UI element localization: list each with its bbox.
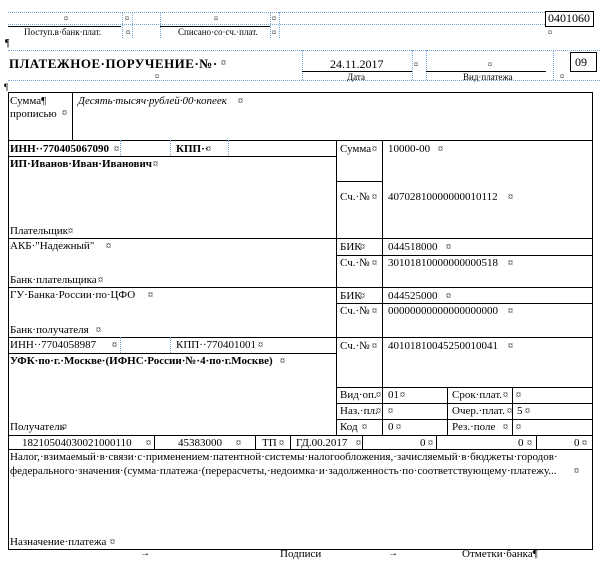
payee-label: Получатель <box>10 421 65 433</box>
payer-label: Плательщик <box>10 225 68 237</box>
purpose-text-2: федерального·значения·(сумма·платежа·(пе… <box>10 465 557 477</box>
payee-bank-name: ГУ·Банка·России·по·ЦФО <box>10 289 136 301</box>
payer-name: ИП·Иванов·Иван·Иванович <box>10 158 152 170</box>
ocher-value: 5 <box>517 405 523 417</box>
bank-received-label: Поступ.в·банк·плат. <box>24 27 102 37</box>
payer-bik-value: 044518000 <box>388 241 438 253</box>
payee-bik-label: БИК <box>340 290 362 302</box>
tax-oktmo: 45383000 <box>178 437 222 449</box>
payer-sum-label: Сумма <box>340 143 372 155</box>
amount-words-label-1: Сумма¶ <box>10 95 47 107</box>
payer-bank-account-value: 30101810000000000518 <box>388 257 498 269</box>
payee-account-value: 40101810045250010041 <box>388 340 498 352</box>
payer-status: 09 <box>575 55 587 69</box>
payee-kpp: КПП··770401001 <box>176 339 257 351</box>
page-title: ПЛАТЕЖНОЕ·ПОРУЧЕНИЕ·№· <box>9 56 218 71</box>
rez-label: Рез.·поле <box>452 421 496 433</box>
naz-label: Наз.·пл. <box>340 405 378 417</box>
payee-bank-account-value: 00000000000000000000 <box>388 305 498 317</box>
payee-bank-label: Банк·получателя <box>10 324 89 336</box>
date-label: Дата <box>347 72 365 82</box>
purpose-text-1: Налог,·взимаемый·в·связи·с·применением·п… <box>10 451 558 463</box>
tax-basis: ТП <box>262 437 277 449</box>
amount-words-label-2: прописью <box>10 108 57 120</box>
payee-name: УФК·по·г.·Москве·(ИФНС·России·№·4·по·г.М… <box>10 355 273 367</box>
kod-value: 0 <box>388 421 394 433</box>
payer-inn: ИНН··770405067090 <box>10 143 110 155</box>
tax-doc-date: 0 <box>518 437 524 449</box>
payee-inn: ИНН··7704058987 <box>10 339 97 351</box>
payee-bank-account-label: Сч.·№ <box>340 305 370 317</box>
arrow-1: → <box>140 548 150 559</box>
debited-label: Списано·со·сч.·плат. <box>178 27 258 37</box>
payer-account-value: 40702810000000010112 <box>388 191 498 203</box>
payer-account-label: Сч.·№ <box>340 191 370 203</box>
payee-account-label: Сч.·№ <box>340 340 370 352</box>
payment-date: 24.11.2017 <box>330 57 384 71</box>
purpose-label: Назначение·платежа <box>10 536 107 548</box>
ocher-label: Очер.·плат. <box>452 405 505 417</box>
kod-label: Код <box>340 421 358 433</box>
tax-period: ГД.00.2017 <box>296 437 348 449</box>
srok-label: Срок·плат. <box>452 389 503 401</box>
vid-op-value: 01 <box>388 389 399 401</box>
signatures-label: Подписи <box>280 548 322 560</box>
payer-kpp: КПП·· <box>176 143 209 155</box>
tax-doc-number: 0 <box>420 437 426 449</box>
payer-bik-label: БИК <box>340 241 362 253</box>
payment-type-label: Вид·платежа <box>463 72 513 82</box>
amount-words-value: Десять·тысяч·рублей·00·копеек <box>78 95 227 107</box>
bank-marks-label: Отметки·банка¶ <box>462 548 538 560</box>
arrow-2: → <box>388 548 398 559</box>
payer-bank-name: АКБ·"Надежный" <box>10 240 95 252</box>
tax-extra: 0 <box>574 437 580 449</box>
payer-bank-label: Банк·плательщика <box>10 274 97 286</box>
tax-kbk: 18210504030021000110 <box>22 437 132 449</box>
payee-bik-value: 044525000 <box>388 290 438 302</box>
vid-op-label: Вид·оп. <box>340 389 377 401</box>
payer-sum-value: 10000-00 <box>388 143 431 155</box>
payer-bank-account-label: Сч.·№ <box>340 257 370 269</box>
form-code: 0401060 <box>548 11 590 25</box>
